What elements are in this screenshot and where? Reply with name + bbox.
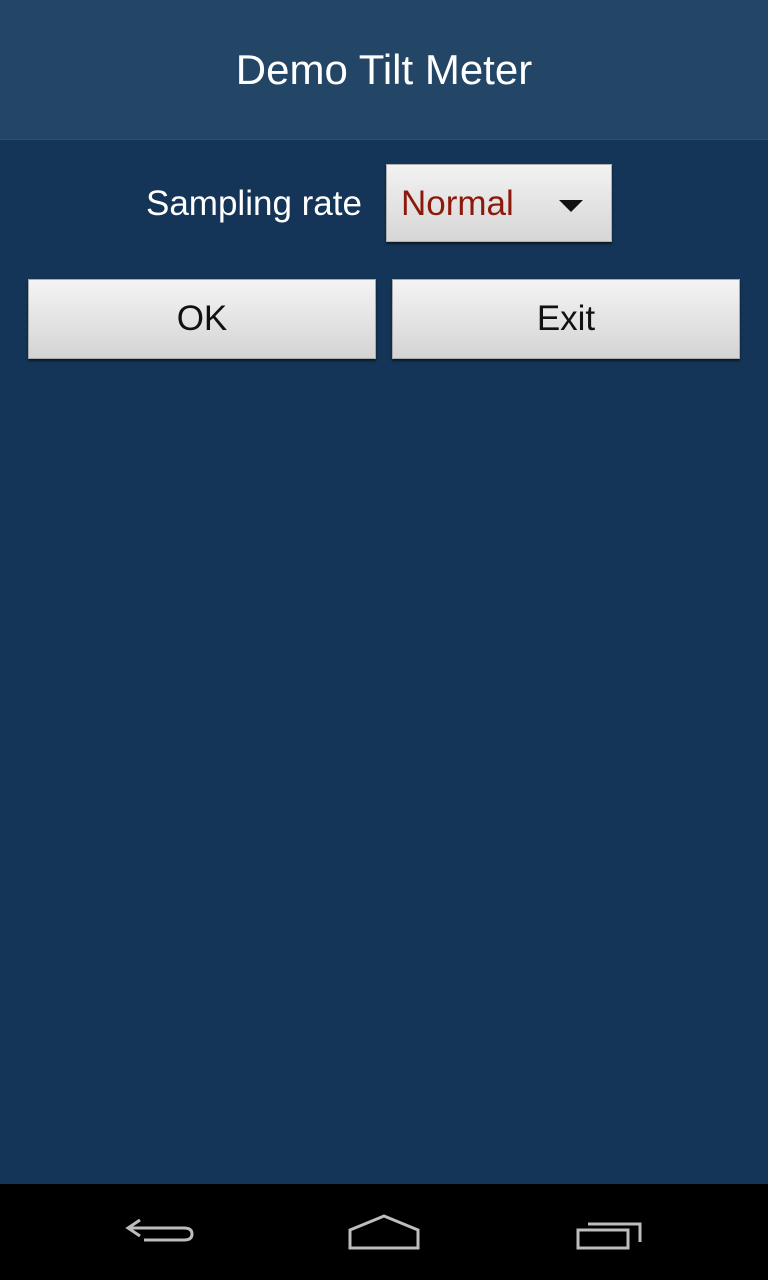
back-button[interactable] (100, 1184, 220, 1280)
dropdown-arrow-icon (559, 200, 583, 212)
recent-apps-button[interactable] (550, 1184, 670, 1280)
exit-button[interactable]: Exit (392, 279, 740, 359)
app-screen: Demo Tilt Meter Sampling rate Normal OK … (0, 0, 768, 1280)
sampling-rate-label: Sampling rate (146, 184, 362, 223)
sampling-rate-spinner[interactable]: Normal (386, 164, 612, 242)
sampling-rate-value: Normal (401, 184, 514, 223)
ok-button[interactable]: OK (28, 279, 376, 359)
recent-apps-icon (576, 1222, 642, 1250)
system-navigation-bar (0, 1184, 768, 1280)
home-icon (348, 1214, 420, 1250)
title-bar: Demo Tilt Meter (0, 0, 768, 140)
home-button[interactable] (324, 1184, 444, 1280)
app-title: Demo Tilt Meter (235, 46, 533, 93)
back-arrow-icon (125, 1218, 194, 1242)
